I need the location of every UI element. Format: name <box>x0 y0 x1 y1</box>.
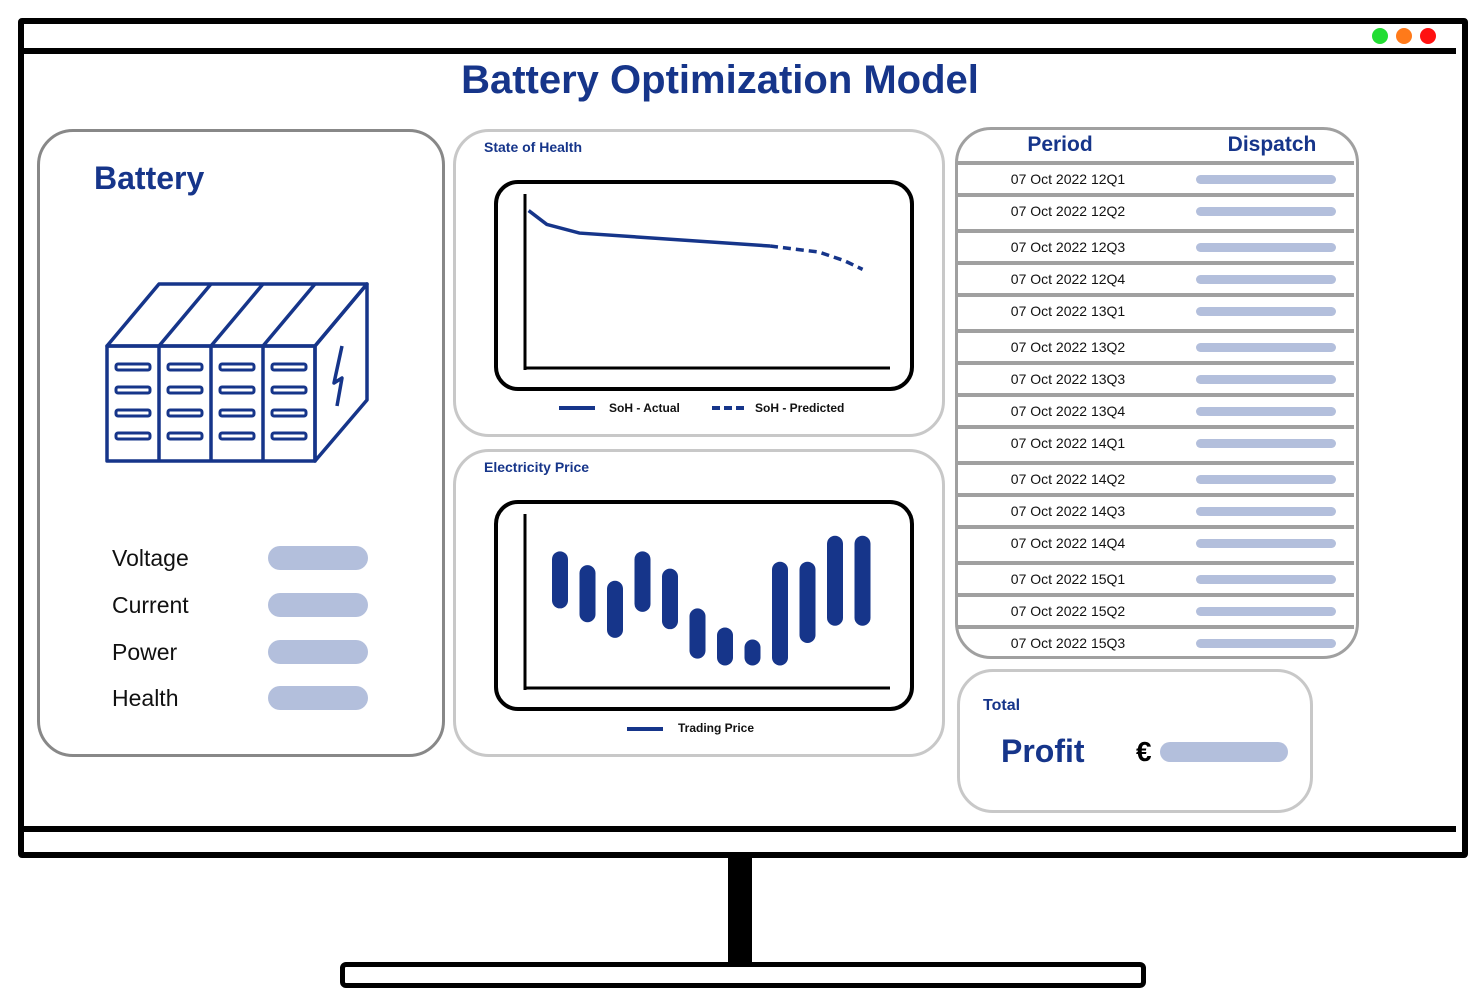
legend-price: Trading Price <box>678 721 755 735</box>
table-row[interactable]: 07 Oct 2022 15Q3 <box>958 625 1354 658</box>
price-bar <box>689 608 706 659</box>
period-cell: 07 Oct 2022 14Q4 <box>1010 535 1126 551</box>
table-row[interactable]: 07 Oct 2022 13Q2 <box>958 329 1354 362</box>
period-cell: 07 Oct 2022 12Q3 <box>1010 239 1126 255</box>
period-cell: 07 Oct 2022 14Q3 <box>1010 503 1126 519</box>
table-row[interactable]: 07 Oct 2022 14Q1 <box>958 425 1354 458</box>
period-cell: 07 Oct 2022 13Q3 <box>1010 371 1126 387</box>
period-cell: 07 Oct 2022 13Q4 <box>1010 403 1126 419</box>
price-bar <box>579 565 596 623</box>
dispatch-cell <box>1196 275 1336 284</box>
table-row[interactable]: 07 Oct 2022 12Q1 <box>958 161 1354 194</box>
table-row[interactable]: 07 Oct 2022 13Q4 <box>958 393 1354 426</box>
period-cell: 07 Oct 2022 12Q1 <box>1010 171 1126 187</box>
dispatch-cell <box>1196 575 1336 584</box>
dispatch-cell <box>1196 475 1336 484</box>
price-bar <box>552 551 568 609</box>
period-cell: 07 Oct 2022 13Q2 <box>1010 339 1126 355</box>
table-row[interactable]: 07 Oct 2022 14Q2 <box>958 461 1354 494</box>
price-bar <box>827 535 843 626</box>
dispatch-cell <box>1196 607 1336 616</box>
dispatch-cell <box>1196 507 1336 516</box>
dispatch-cell <box>1196 207 1336 216</box>
monitor-stand <box>728 852 752 964</box>
monitor-bezel <box>24 826 1456 832</box>
table-row[interactable]: 07 Oct 2022 12Q3 <box>958 229 1354 262</box>
period-cell: 07 Oct 2022 15Q1 <box>1010 571 1126 587</box>
dispatch-cell <box>1196 175 1336 184</box>
dispatch-cell <box>1196 439 1336 448</box>
price-bar <box>607 580 623 638</box>
dispatch-cell <box>1196 639 1336 648</box>
profit-total-label: Total <box>983 697 1021 714</box>
table-row[interactable]: 07 Oct 2022 14Q3 <box>958 493 1354 526</box>
table-row[interactable]: 07 Oct 2022 13Q1 <box>958 293 1354 326</box>
table-row[interactable]: 07 Oct 2022 12Q4 <box>958 261 1354 294</box>
price-bar <box>744 639 761 666</box>
period-cell: 07 Oct 2022 12Q4 <box>1010 271 1126 287</box>
header-period: Period <box>1027 133 1093 156</box>
period-cell: 07 Oct 2022 14Q1 <box>1010 435 1126 451</box>
euro-icon: € <box>1136 736 1152 767</box>
period-cell: 07 Oct 2022 13Q1 <box>1010 303 1126 319</box>
table-row[interactable]: 07 Oct 2022 14Q4 <box>958 525 1354 558</box>
price-bar <box>854 535 871 626</box>
price-bar <box>799 561 816 644</box>
period-cell: 07 Oct 2022 15Q2 <box>1010 603 1126 619</box>
dispatch-cell <box>1196 407 1336 416</box>
price-bar <box>717 627 733 666</box>
legend-swatch-price <box>627 727 663 731</box>
dispatch-cell <box>1196 343 1336 352</box>
period-cell: 07 Oct 2022 14Q2 <box>1010 471 1126 487</box>
profit-label: Profit <box>1001 733 1085 769</box>
table-row[interactable]: 07 Oct 2022 15Q1 <box>958 561 1354 594</box>
dispatch-cell <box>1196 539 1336 548</box>
monitor-base <box>340 962 1146 988</box>
table-row[interactable]: 07 Oct 2022 15Q2 <box>958 593 1354 626</box>
table-row[interactable]: 07 Oct 2022 13Q3 <box>958 361 1354 394</box>
profit-value <box>1160 742 1288 762</box>
price-bar <box>662 568 678 630</box>
header-dispatch: Dispatch <box>1227 133 1317 156</box>
dispatch-cell <box>1196 375 1336 384</box>
dispatch-cell <box>1196 243 1336 252</box>
period-cell: 07 Oct 2022 15Q3 <box>1010 635 1126 651</box>
dispatch-cell <box>1196 307 1336 316</box>
price-bar <box>772 561 788 666</box>
period-cell: 07 Oct 2022 12Q2 <box>1010 203 1126 219</box>
table-row[interactable]: 07 Oct 2022 12Q2 <box>958 193 1354 226</box>
price-bar <box>634 551 651 612</box>
